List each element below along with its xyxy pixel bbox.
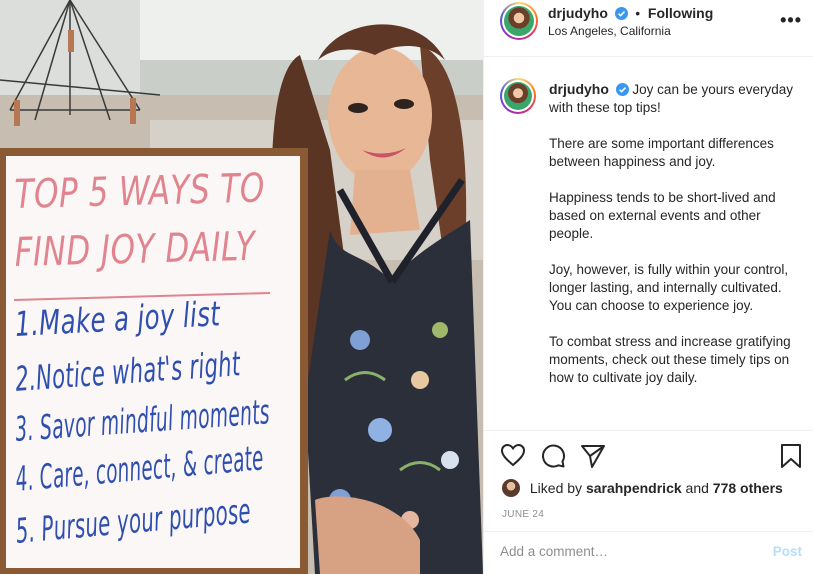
post-photo[interactable]: TOP 5 WAYS TO FIND JOY DAILY 1.Make a jo… <box>0 0 483 574</box>
post-sidebar: drjudyho • Following Los Angeles, Califo… <box>483 0 813 574</box>
header-avatar[interactable] <box>500 2 538 40</box>
liker-username[interactable]: sarahpendrick <box>586 480 682 496</box>
verified-badge-icon <box>615 83 629 96</box>
header-username[interactable]: drjudyho <box>548 5 608 21</box>
likes-summary: Liked by sarahpendrick and 778 others <box>502 479 783 497</box>
board-title-line-1: TOP 5 WAYS TO <box>14 165 266 218</box>
more-options-icon[interactable]: ••• <box>780 10 802 31</box>
caption-text: drjudyho Joy can be yours everyday with … <box>549 80 799 405</box>
comment-box: Post <box>484 531 813 574</box>
caption-area: drjudyho Joy can be yours everyday with … <box>484 58 813 430</box>
likes-middle: and <box>685 480 709 496</box>
caption-paragraph-3: Happiness tends to be short-lived and ba… <box>549 190 776 241</box>
header-title-row: drjudyho • Following <box>548 5 713 21</box>
following-button[interactable]: Following <box>648 5 713 21</box>
board-title-line-2: FIND JOY DAILY <box>14 223 256 276</box>
bookmark-icon[interactable] <box>780 443 802 472</box>
likes-prefix: Liked by <box>529 480 583 496</box>
action-bar: Liked by sarahpendrick and 778 others JU… <box>484 430 813 531</box>
header-location[interactable]: Los Angeles, California <box>548 24 671 38</box>
caption-avatar[interactable] <box>500 78 536 114</box>
post-comment-button[interactable]: Post <box>773 544 802 559</box>
caption-paragraph-5: To combat stress and increase gratifying… <box>549 334 791 385</box>
likes-others-link[interactable]: 778 others <box>713 480 783 496</box>
comment-input[interactable] <box>500 544 750 559</box>
caption-paragraph-4: Joy, however, is fully within your contr… <box>549 262 789 313</box>
verified-badge-icon <box>614 7 628 20</box>
paper-plane-icon[interactable] <box>580 443 606 472</box>
liker-avatar[interactable] <box>502 479 520 497</box>
post-header: drjudyho • Following Los Angeles, Califo… <box>484 0 813 57</box>
instagram-post: TOP 5 WAYS TO FIND JOY DAILY 1.Make a jo… <box>0 0 813 574</box>
comment-icon[interactable] <box>540 443 566 472</box>
post-date[interactable]: JUNE 24 <box>502 509 544 520</box>
header-separator: • <box>635 6 641 21</box>
heart-icon[interactable] <box>500 443 526 470</box>
caption-username[interactable]: drjudyho <box>549 81 609 97</box>
caption-paragraph-2: There are some important differences bet… <box>549 136 774 169</box>
